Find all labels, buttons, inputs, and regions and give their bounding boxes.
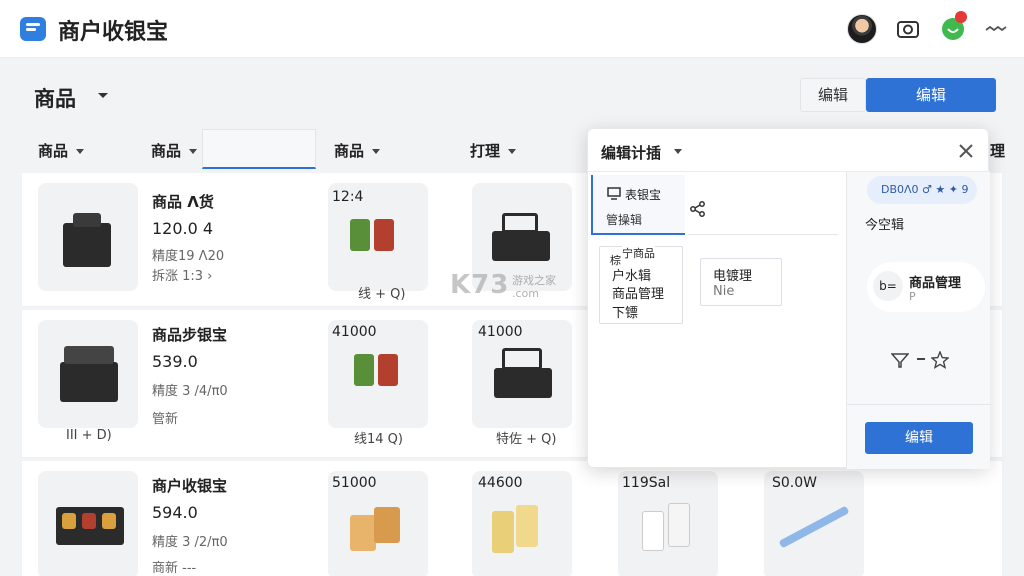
card-line: 商品管理 <box>612 287 665 302</box>
notification-badge <box>955 11 967 23</box>
edit-primary-button[interactable]: 编辑 <box>866 78 996 112</box>
chevron-down-icon[interactable] <box>97 92 109 100</box>
search-input[interactable] <box>202 129 316 169</box>
product-meta: 精度19 Λ20 <box>152 249 225 264</box>
filter-label: 商品 <box>334 142 365 160</box>
card-line: Nie <box>713 284 735 299</box>
product-image <box>38 320 138 428</box>
item-icon: b= <box>873 271 903 301</box>
close-icon[interactable] <box>956 141 976 161</box>
share-icon[interactable] <box>689 200 707 218</box>
popover-tab-sub: 管操辑 <box>606 213 643 227</box>
column-caption: 线 + Q) <box>358 287 406 302</box>
column-value: 51000 <box>332 475 377 491</box>
minus-icon[interactable] <box>917 358 925 360</box>
monitor-icon <box>607 187 621 200</box>
column-value: S0.0W <box>772 475 817 491</box>
popover-main-panel: 表银宝 管操辑 宁商品 棕 户水辑 商品管理 下镖 电镀理 Nie <box>588 171 846 469</box>
filter-label: 打理 <box>470 142 501 160</box>
divider <box>847 404 991 405</box>
table-row[interactable]: 商户收银宝 594.0 精度 3 /2/π0 商新 --- 51000 4460… <box>22 461 1002 576</box>
popover-tab[interactable]: 表银宝 管操辑 <box>591 175 685 235</box>
card-line: 户水辑 <box>612 269 652 284</box>
popover-side-panel: DB0Λ0 ♂ ★ ✦ 9 今空辑 b= 商品管理 P 编辑 <box>846 171 991 469</box>
filter-chip[interactable]: DB0Λ0 ♂ ★ ✦ 9 <box>867 176 977 204</box>
product-meta: 商新 --- <box>152 561 197 576</box>
side-list-item[interactable]: b= 商品管理 P <box>867 262 985 312</box>
popover-title[interactable]: 编辑计插 <box>601 142 661 163</box>
product-meta: 管新 <box>152 412 179 427</box>
product-name: 商户收银宝 <box>152 477 228 495</box>
watermark-text: 游戏之家 <box>512 274 556 287</box>
more-icon[interactable] <box>982 15 1010 43</box>
card-line: 电镀理 <box>713 269 753 284</box>
product-meta: 精度 3 /2/π0 <box>152 535 228 550</box>
star-icon[interactable] <box>931 351 949 369</box>
product-name: 商品 Λ货 <box>152 193 214 211</box>
column-value: 41000 <box>332 324 377 340</box>
filter-dropdown-3[interactable]: 商品 <box>334 140 381 161</box>
item-sub: P <box>909 290 916 303</box>
top-bar: 商户收银宝 <box>0 0 1024 58</box>
filter-label-cut: 理 <box>990 142 1006 160</box>
chevron-down-icon <box>76 149 85 154</box>
chevron-down-icon <box>508 149 517 154</box>
filter-dropdown-2[interactable]: 商品 <box>151 140 198 161</box>
column-value: 119Sal <box>622 475 671 491</box>
column-value: 41000 <box>478 324 523 340</box>
app-title: 商户收银宝 <box>58 20 169 45</box>
product-price: 539.0 <box>152 352 198 371</box>
page-title[interactable]: 商品 <box>34 83 76 113</box>
popover-tab-label: 表银宝 <box>625 188 662 202</box>
product-image <box>38 471 138 576</box>
camera-icon[interactable] <box>894 15 922 43</box>
card-header: 宁商品 <box>622 245 655 261</box>
column-caption: 特佐 + Q) <box>496 432 557 447</box>
product-meta: 拆涨 1:3 › <box>152 269 213 284</box>
filter-icon[interactable] <box>891 352 909 368</box>
filter-dropdown-1[interactable]: 商品 <box>38 140 85 161</box>
product-name: 商品步银宝 <box>152 326 228 344</box>
product-price: 120.0 4 <box>152 219 214 238</box>
divider <box>688 234 838 235</box>
popover-card[interactable]: 宁商品 棕 户水辑 商品管理 下镖 <box>599 245 683 324</box>
edit-secondary-button[interactable]: 编辑 <box>800 78 866 112</box>
column-value: 12:4 <box>332 189 364 205</box>
product-price: 594.0 <box>152 503 198 522</box>
filter-label: 商品 <box>38 142 69 160</box>
watermark-text: .com <box>512 287 539 300</box>
column-value: 44600 <box>478 475 523 491</box>
edit-popover: 编辑计插 表银宝 管操辑 宁商品 棕 户水辑 商品管理 下镖 电镀理 Nie D… <box>587 128 991 469</box>
watermark-logo: K73 <box>450 270 510 300</box>
edit-confirm-button[interactable]: 编辑 <box>865 422 973 454</box>
product-image <box>38 183 138 291</box>
chevron-down-icon <box>372 149 381 154</box>
chevron-down-icon[interactable] <box>674 149 682 154</box>
app-logo-icon <box>20 17 46 41</box>
avatar[interactable] <box>847 14 877 44</box>
chevron-down-icon <box>189 149 198 154</box>
filter-label: 商品 <box>151 142 182 160</box>
product-meta: 精度 3 /4/π0 <box>152 384 228 399</box>
thumb-caption: ΙΙΙ + D) <box>66 428 112 443</box>
item-label: 商品管理 <box>909 276 962 291</box>
side-subtitle: 今空辑 <box>865 218 905 233</box>
filter-dropdown-4[interactable]: 打理 <box>470 140 517 161</box>
card-line: 下镖 <box>612 306 639 321</box>
column-caption: 线14 Q) <box>354 432 403 447</box>
popover-card[interactable]: 电镀理 Nie <box>700 258 782 306</box>
